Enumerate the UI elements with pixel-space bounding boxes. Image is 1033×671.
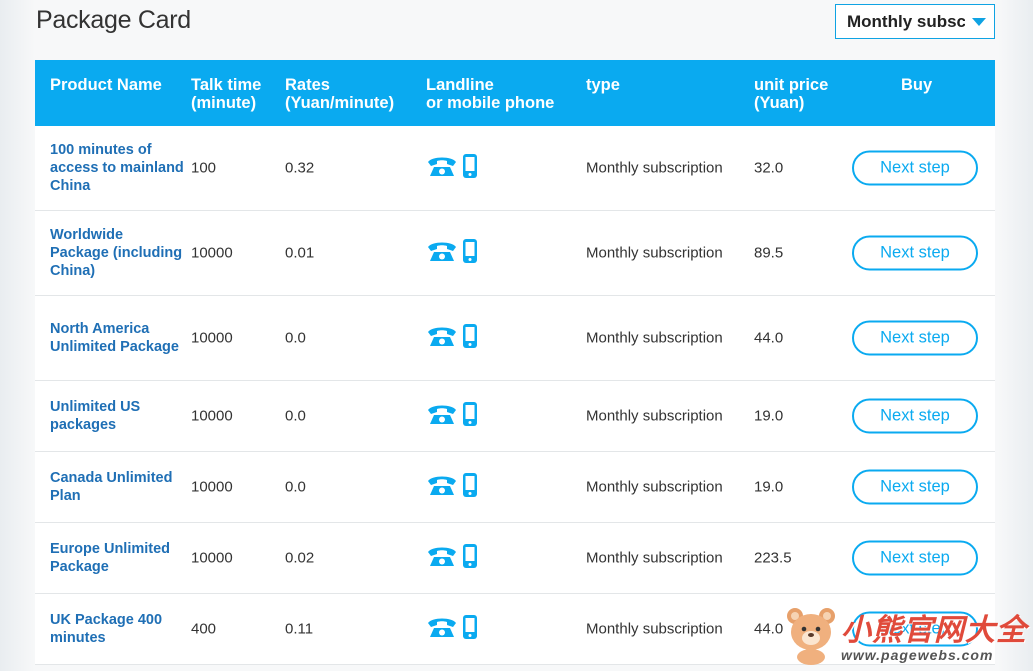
talk-time-value: 100 <box>191 159 217 177</box>
unit-price-value: 44.0 <box>754 329 784 347</box>
unit-price-value: 19.0 <box>754 478 784 496</box>
header-rates: Rates (Yuan/minute) <box>285 76 395 112</box>
table-row: Unlimited US packages 10000 0.0 Monthly sub… <box>35 381 995 452</box>
landline-phone-icon <box>426 240 458 266</box>
table-row: Canada Unlimited Plan 10000 0.0 Monthly sub… <box>35 452 995 523</box>
next-step-button[interactable]: Next step <box>852 469 978 505</box>
next-step-button[interactable]: Next step <box>852 150 978 186</box>
rate-value: 0.0 <box>285 478 306 496</box>
unit-price-value: 89.5 <box>754 244 784 262</box>
header-unit-price: unit price (Yuan) <box>754 76 829 112</box>
subscription-type-value: Monthly subscription <box>586 620 723 638</box>
header-buy: Buy <box>901 76 933 94</box>
watermark-url: www.pagewebs.com <box>841 647 994 663</box>
product-name-link[interactable]: UK Package 400 minutes <box>50 611 185 647</box>
talk-time-value: 10000 <box>191 329 233 347</box>
phone-type-icons <box>426 401 478 431</box>
mobile-phone-icon <box>462 238 478 268</box>
unit-price-value: 44.0 <box>754 620 784 638</box>
landline-phone-icon <box>426 474 458 500</box>
unit-price-value: 32.0 <box>754 159 784 177</box>
table-row: North America Unlimited Package 10000 0.0 M… <box>35 296 995 381</box>
landline-phone-icon <box>426 616 458 642</box>
table-body: 100 minutes of access to mainland China 1… <box>35 126 995 665</box>
rate-value: 0.0 <box>285 407 306 425</box>
mobile-phone-icon <box>462 614 478 644</box>
header-type: type <box>586 76 620 94</box>
talk-time-value: 10000 <box>191 244 233 262</box>
phone-type-icons <box>426 323 478 353</box>
watermark: 小熊官网大全 www.pagewebs.com <box>785 600 1030 668</box>
page-title: Package Card <box>36 6 191 34</box>
mobile-phone-icon <box>462 153 478 183</box>
table-header: Product Name Talk time (minute) Rates (Y… <box>35 60 995 126</box>
rate-value: 0.11 <box>285 620 314 638</box>
next-step-button[interactable]: Next step <box>852 398 978 434</box>
phone-type-icons <box>426 238 478 268</box>
subscription-type-value: Monthly subscription <box>586 478 723 496</box>
product-name-link[interactable]: Worldwide Package (including China) <box>50 226 185 280</box>
next-step-button[interactable]: Next step <box>852 235 978 271</box>
watermark-title: 小熊官网大全 <box>841 613 1027 648</box>
phone-type-icons <box>426 153 478 183</box>
mobile-phone-icon <box>462 543 478 573</box>
product-name-link[interactable]: 100 minutes of access to mainland China <box>50 141 185 195</box>
table-row: 100 minutes of access to mainland China 1… <box>35 126 995 211</box>
subscription-type-value: Monthly subscription <box>586 244 723 262</box>
landline-phone-icon <box>426 155 458 181</box>
bear-logo-icon <box>787 608 835 665</box>
subscription-type-value: Monthly subscription <box>586 407 723 425</box>
next-step-button[interactable]: Next step <box>852 320 978 356</box>
header-talk-time: Talk time (minute) <box>191 76 262 112</box>
subscription-type-value: Monthly subscription <box>586 159 723 177</box>
product-name-link[interactable]: North America Unlimited Package <box>50 320 185 356</box>
subscription-type-value: Monthly subscription <box>586 549 723 567</box>
unit-price-value: 223.5 <box>754 549 792 567</box>
product-name-link[interactable]: Canada Unlimited Plan <box>50 469 185 505</box>
rate-value: 0.02 <box>285 549 315 567</box>
phone-type-icons <box>426 543 478 573</box>
phone-type-icons <box>426 472 478 502</box>
next-step-button[interactable]: Next step <box>852 540 978 576</box>
talk-time-value: 10000 <box>191 478 233 496</box>
product-name-link[interactable]: Unlimited US packages <box>50 398 185 434</box>
rate-value: 0.32 <box>285 159 315 177</box>
header-phone-type: Landline or mobile phone <box>426 76 555 112</box>
subscription-type-value: Monthly subscription <box>586 329 723 347</box>
unit-price-value: 19.0 <box>754 407 784 425</box>
rate-value: 0.01 <box>285 244 315 262</box>
mobile-phone-icon <box>462 472 478 502</box>
phone-type-icons <box>426 614 478 644</box>
product-name-link[interactable]: Europe Unlimited Package <box>50 540 185 576</box>
subscription-type-value: Monthly subscription <box>847 11 965 31</box>
subscription-type-select[interactable]: Monthly subscription <box>835 4 995 39</box>
mobile-phone-icon <box>462 401 478 431</box>
talk-time-value: 400 <box>191 620 217 638</box>
table-row: Europe Unlimited Package 10000 0.02 Monthly… <box>35 523 995 594</box>
mobile-phone-icon <box>462 323 478 353</box>
landline-phone-icon <box>426 545 458 571</box>
landline-phone-icon <box>426 403 458 429</box>
table-row: Worldwide Package (including China) 10000… <box>35 211 995 296</box>
talk-time-value: 10000 <box>191 407 233 425</box>
package-table: Product Name Talk time (minute) Rates (Y… <box>35 60 995 665</box>
page: Package Card Monthly subscription Produc… <box>0 0 1033 671</box>
talk-time-value: 10000 <box>191 549 233 567</box>
caret-down-icon[interactable] <box>972 18 986 26</box>
rate-value: 0.0 <box>285 329 306 347</box>
header-product-name: Product Name <box>50 76 162 94</box>
landline-phone-icon <box>426 325 458 351</box>
